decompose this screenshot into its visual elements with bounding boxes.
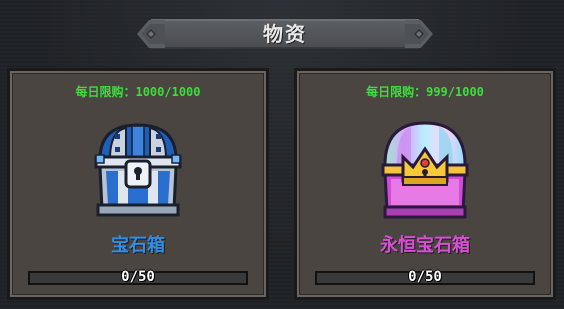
item-name: 永恒宝石箱 xyxy=(380,235,470,256)
progress-text: 0/50 xyxy=(408,269,442,285)
rainbow-crown-chest-icon[interactable] xyxy=(375,117,475,223)
daily-limit: 每日限购：1000/1000 xyxy=(10,83,266,100)
daily-limit: 每日限购：999/1000 xyxy=(297,83,553,100)
item-name: 宝石箱 xyxy=(111,235,165,256)
shop-card-eternal-gem-chest[interactable]: 每日限购：999/1000 永恒宝石箱 0/50 xyxy=(294,68,556,300)
daily-limit-value: 1000/1000 xyxy=(135,85,201,99)
daily-limit-value: 999/1000 xyxy=(426,85,484,99)
section-header: 物资 xyxy=(137,17,433,51)
progress-bar: 0/50 xyxy=(28,269,248,285)
progress-bar: 0/50 xyxy=(315,269,535,285)
daily-limit-label: 每日限购： xyxy=(366,85,427,99)
shop-card-gem-chest[interactable]: 每日限购：1000/1000 宝石箱 0/50 xyxy=(7,68,269,300)
progress-text: 0/50 xyxy=(121,269,155,285)
blue-gem-chest-icon[interactable] xyxy=(88,117,188,223)
header-title: 物资 xyxy=(263,22,307,46)
daily-limit-label: 每日限购： xyxy=(75,85,136,99)
